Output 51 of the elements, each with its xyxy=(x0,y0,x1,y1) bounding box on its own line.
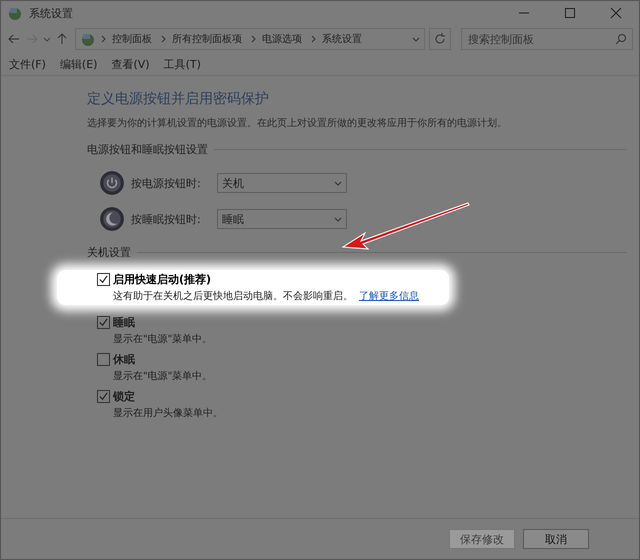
checkbox[interactable] xyxy=(97,390,110,403)
section-title: 关机设置 xyxy=(87,245,131,260)
checkbox[interactable] xyxy=(97,353,110,366)
page-heading: 定义电源按钮并启用密码保护 xyxy=(87,90,270,108)
address-bar[interactable]: 控制面板 所有控制面板项 电源选项 系统设置 xyxy=(75,28,425,50)
up-icon[interactable] xyxy=(55,32,69,46)
dropdown-icon[interactable] xyxy=(412,35,420,43)
section-title: 电源按钮和睡眠按钮设置 xyxy=(87,142,208,157)
control-panel-icon xyxy=(7,5,23,21)
option-description: 显示在"电源"菜单中。 xyxy=(113,334,212,345)
option-label: 启用快速启动(推荐) xyxy=(113,272,212,287)
search-icon xyxy=(615,33,627,45)
dialog-button[interactable]: 取消 xyxy=(523,529,589,549)
breadcrumb-item[interactable]: 所有控制面板项 xyxy=(172,32,242,46)
dropdown[interactable]: 关机 xyxy=(217,173,347,193)
breadcrumb-item[interactable]: 系统设置 xyxy=(322,32,362,46)
menu-item[interactable]: 工具(T) xyxy=(164,56,201,72)
caret-icon xyxy=(334,179,342,187)
checkbox[interactable] xyxy=(97,316,110,329)
chevron-icon xyxy=(251,35,257,43)
refresh-icon[interactable] xyxy=(429,28,451,50)
back-icon[interactable] xyxy=(7,32,21,46)
option-description: 这有助于在关机之后更快地启动电脑。不会影响重启。 xyxy=(113,291,353,302)
learn-more-link[interactable]: 了解更多信息 xyxy=(359,291,419,302)
chevron-icon xyxy=(161,35,167,43)
close-icon[interactable] xyxy=(610,7,622,19)
checkbox[interactable] xyxy=(97,273,110,286)
breadcrumb-item[interactable]: 电源选项 xyxy=(262,32,302,46)
dropdown[interactable]: 睡眠 xyxy=(217,209,347,229)
breadcrumb-item[interactable]: 控制面板 xyxy=(112,32,152,46)
menu-item[interactable]: 编辑(E) xyxy=(60,56,98,72)
moon-icon xyxy=(99,206,125,232)
menu-item[interactable]: 文件(F) xyxy=(9,56,46,72)
chevron-icon xyxy=(101,35,107,43)
power-icon xyxy=(99,170,125,196)
search-field[interactable]: 搜索控制面板 xyxy=(461,28,633,50)
field-label: 按电源按钮时: xyxy=(131,176,202,190)
window-title: 系统设置 xyxy=(29,6,73,20)
option-label: 锁定 xyxy=(113,389,135,404)
caret-icon xyxy=(334,215,342,223)
option-description: 显示在"电源"菜单中。 xyxy=(113,371,212,382)
field-label: 按睡眠按钮时: xyxy=(131,212,202,226)
chevron-icon xyxy=(311,35,317,43)
option-description: 显示在用户头像菜单中。 xyxy=(113,408,223,419)
dropdown-icon[interactable] xyxy=(43,35,51,43)
maximize-icon[interactable] xyxy=(564,7,576,19)
option-label: 睡眠 xyxy=(113,315,135,330)
page-description: 选择要为你的计算机设置的电源设置。在此页上对设置所做的更改将应用于你所有的电源计划。 xyxy=(87,116,508,130)
option-label: 休眠 xyxy=(113,352,135,367)
control-panel-icon xyxy=(80,31,96,47)
menu-item[interactable]: 查看(V) xyxy=(111,56,150,72)
